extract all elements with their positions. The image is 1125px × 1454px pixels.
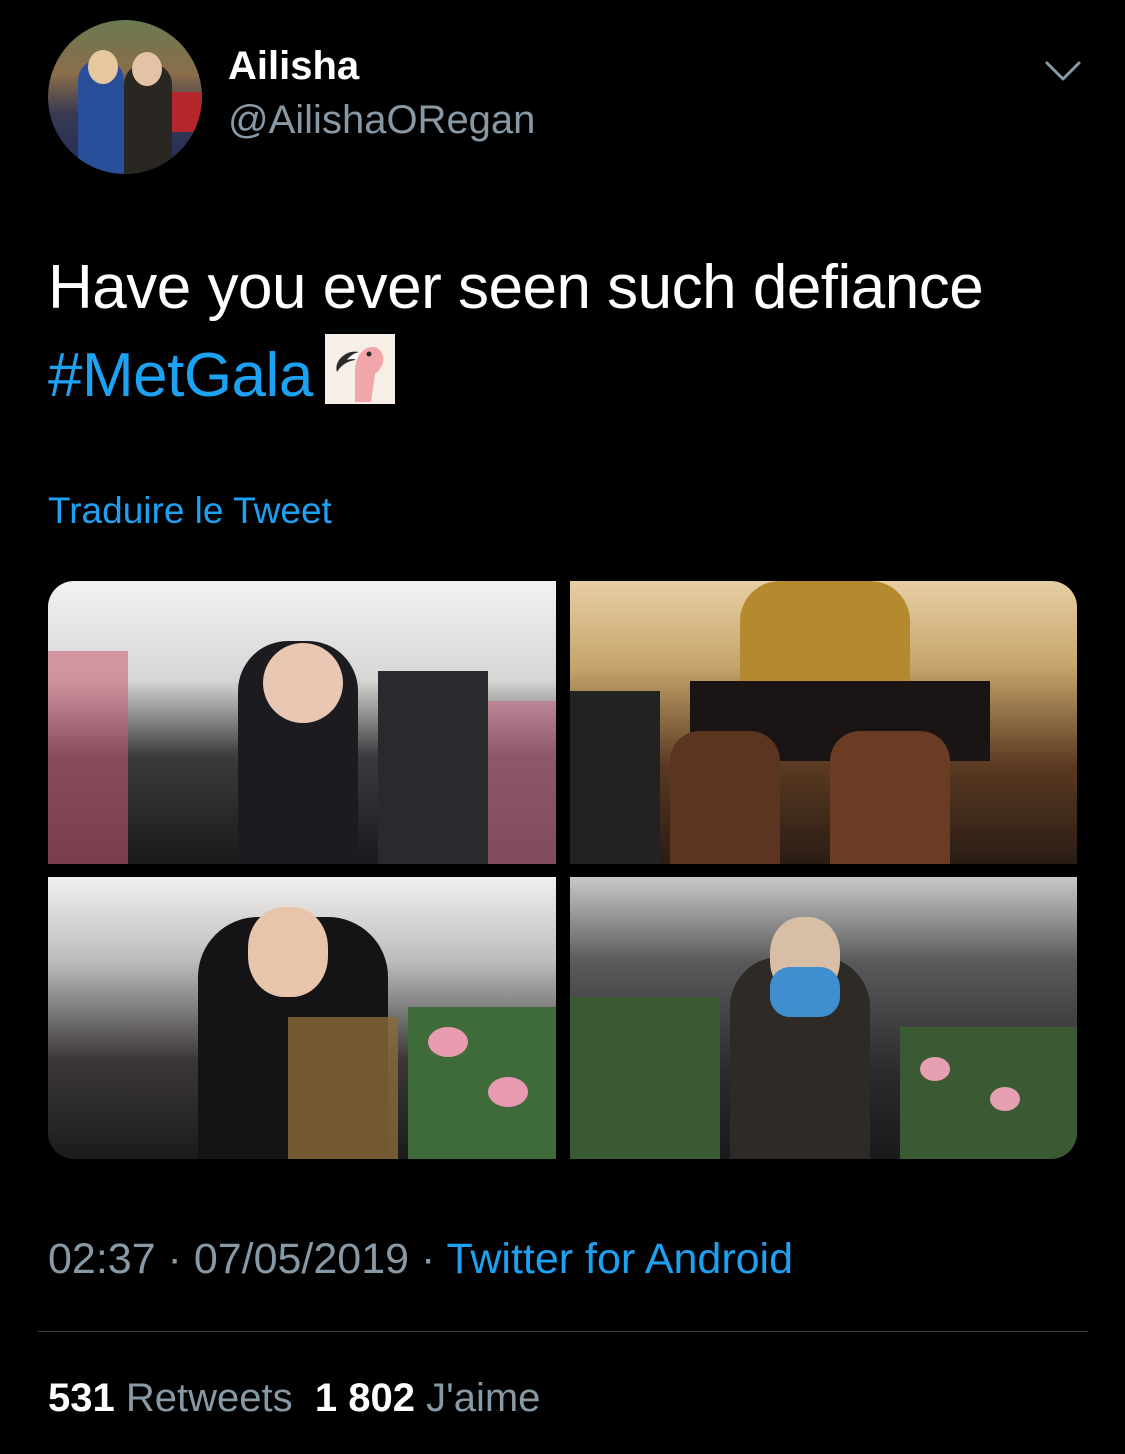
- photo-figure: [288, 1017, 398, 1159]
- avatar-face-left: [88, 50, 118, 84]
- translate-tweet-link[interactable]: Traduire le Tweet: [48, 486, 332, 536]
- hashtag-link[interactable]: #MetGala: [48, 341, 313, 410]
- divider: [38, 1331, 1088, 1332]
- media-image-1[interactable]: [48, 581, 556, 864]
- flamingo-icon: [324, 334, 395, 404]
- avatar-face-right: [132, 52, 162, 86]
- display-name[interactable]: Ailisha: [228, 40, 359, 92]
- photo-figure: [263, 643, 343, 723]
- media-image-3[interactable]: [48, 877, 556, 1159]
- user-handle[interactable]: @AilishaORegan: [228, 94, 535, 146]
- meta-separator: ·: [409, 1235, 447, 1283]
- tweet-time: 02:37: [48, 1235, 156, 1283]
- photo-figure: [378, 671, 488, 864]
- retweets-label: Retweets: [125, 1376, 293, 1420]
- media-image-4[interactable]: [570, 877, 1077, 1159]
- photo-figure: [248, 907, 328, 997]
- photo-figure: [990, 1087, 1020, 1111]
- likes-count: 1 802: [314, 1376, 415, 1420]
- photo-figure: [48, 651, 128, 864]
- photo-figure: [670, 731, 780, 864]
- photo-figure: [488, 1077, 528, 1107]
- photo-figure: [408, 1007, 556, 1159]
- photo-figure: [488, 701, 556, 864]
- likes-label: J'aime: [426, 1376, 541, 1420]
- tweet-source-link[interactable]: Twitter for Android: [446, 1235, 793, 1283]
- photo-figure: [570, 997, 720, 1159]
- photo-figure: [570, 691, 660, 864]
- photo-figure: [900, 1027, 1077, 1159]
- chevron-down-icon[interactable]: [1044, 58, 1082, 84]
- media-grid: [48, 581, 1077, 1159]
- retweets-count: 531: [48, 1376, 115, 1420]
- avatar[interactable]: [48, 20, 202, 174]
- photo-figure: [770, 967, 840, 1017]
- likes-stat[interactable]: 1 802 J'aime: [315, 1376, 541, 1420]
- tweet-date: 07/05/2019: [193, 1235, 410, 1283]
- media-image-2[interactable]: [570, 581, 1077, 864]
- photo-figure: [428, 1027, 468, 1057]
- tweet-stats: 531 Retweets 1 802 J'aime: [48, 1370, 540, 1426]
- photo-figure: [920, 1057, 950, 1081]
- tweet-text: Have you ever seen such defiance #MetGal…: [48, 244, 1078, 420]
- meta-separator: ·: [155, 1235, 194, 1283]
- retweets-stat[interactable]: 531 Retweets: [48, 1376, 293, 1420]
- photo-figure: [830, 731, 950, 864]
- tweet-meta: 02:37 · 07/05/2019 · Twitter for Android: [48, 1230, 793, 1288]
- tweet-body-text: Have you ever seen such defiance: [48, 253, 984, 322]
